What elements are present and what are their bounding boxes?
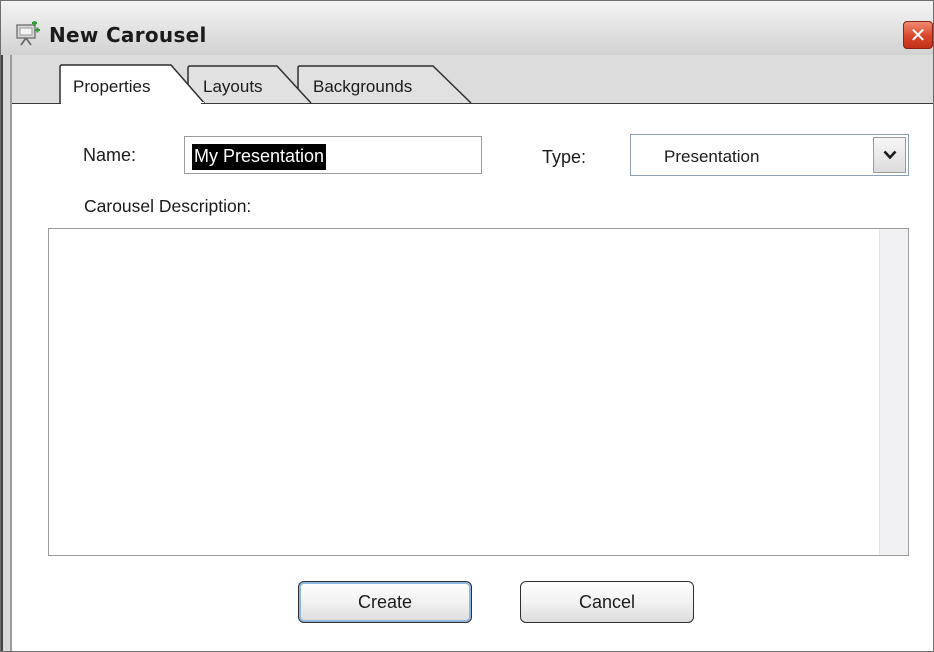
- tab-backgrounds[interactable]: Backgrounds: [297, 65, 473, 103]
- window-title: New Carousel: [49, 23, 207, 47]
- type-select[interactable]: Presentation: [630, 134, 909, 176]
- tab-backgrounds-label: Backgrounds: [313, 77, 413, 96]
- description-textarea[interactable]: [48, 228, 909, 556]
- dropdown-button[interactable]: [873, 137, 906, 173]
- description-label: Carousel Description:: [84, 196, 252, 216]
- create-button[interactable]: Create: [298, 581, 472, 623]
- window-left-frame: [1, 55, 12, 651]
- cancel-button[interactable]: Cancel: [520, 581, 694, 623]
- new-carousel-dialog: New Carousel ✕ Backgrounds Layouts Prope…: [0, 0, 934, 652]
- chevron-down-icon: [883, 150, 896, 160]
- type-select-value: Presentation: [664, 147, 760, 166]
- close-button[interactable]: ✕: [903, 21, 933, 49]
- name-input-value: My Presentation: [192, 144, 327, 170]
- title-bar[interactable]: New Carousel ✕: [1, 1, 933, 55]
- tab-layouts-label: Layouts: [203, 77, 263, 96]
- name-label: Name:: [83, 145, 137, 165]
- type-label: Type:: [542, 147, 587, 167]
- active-tab-joiner: [61, 102, 201, 105]
- create-button-label: Create: [357, 591, 413, 612]
- name-input[interactable]: My Presentation: [184, 136, 482, 174]
- carousel-app-icon: [16, 21, 40, 46]
- cancel-button-label: Cancel: [578, 591, 636, 612]
- tab-properties[interactable]: Properties: [59, 64, 207, 104]
- description-scrollbar[interactable]: [879, 229, 908, 555]
- tab-properties-label: Properties: [73, 77, 151, 96]
- close-icon: ✕: [909, 23, 927, 47]
